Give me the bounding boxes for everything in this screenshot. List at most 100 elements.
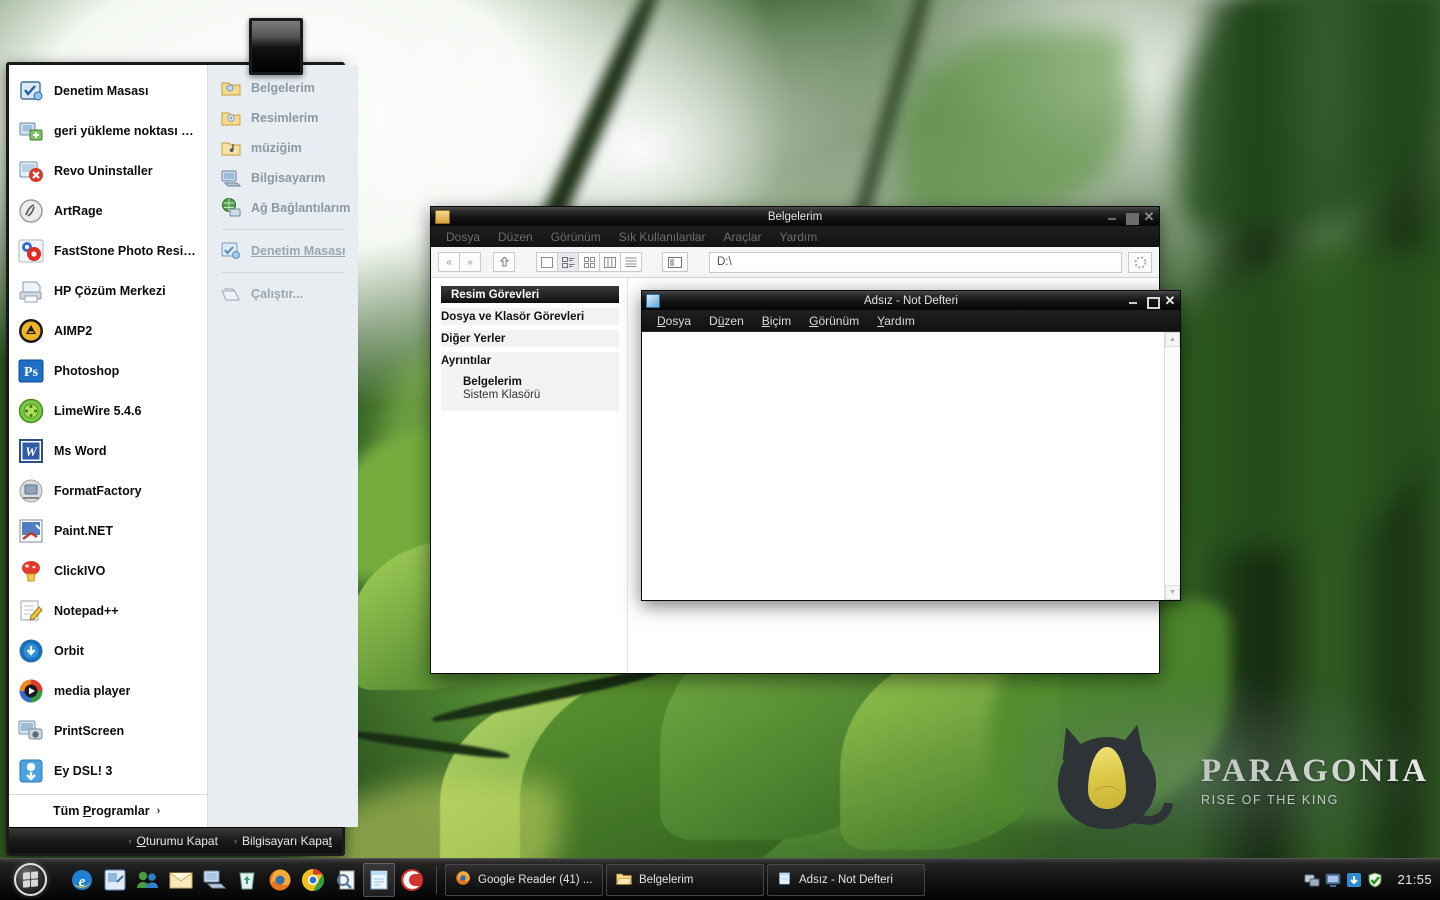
- scroll-down-arrow-icon[interactable]: ▼: [1165, 585, 1180, 600]
- antivirus-shield-icon[interactable]: [1367, 871, 1383, 888]
- all-programs-button[interactable]: Tüm Programlar ›: [9, 794, 207, 827]
- update-icon[interactable]: [1346, 872, 1362, 888]
- start-item-limewire[interactable]: LimeWire 5.4.6: [9, 391, 207, 431]
- explorer-toolbar[interactable]: « » D:\: [431, 247, 1159, 278]
- menu-dosya[interactable]: Dosya: [648, 312, 700, 330]
- notepad-menu-bar[interactable]: Dosya Düzen Biçim Görünüm Yardım: [642, 310, 1180, 331]
- minimize-icon[interactable]: [1128, 295, 1140, 307]
- start-item-clickivo[interactable]: ClickIVO: [9, 551, 207, 591]
- start-item-artrage[interactable]: ArtRage: [9, 191, 207, 231]
- taskbar-task-list[interactable]: Google Reader (41) ... Belgelerim Adsız …: [445, 863, 1294, 896]
- start-item-notepadpp[interactable]: Notepad++: [9, 591, 207, 631]
- start-item-orbit[interactable]: Orbit: [9, 631, 207, 671]
- menu-yardim[interactable]: Yardım: [868, 312, 924, 330]
- start-item-printscreen[interactable]: PrintScreen: [9, 711, 207, 751]
- view-thumbnails-button[interactable]: [536, 252, 558, 272]
- scroll-up-arrow-icon[interactable]: ▲: [1165, 332, 1180, 347]
- notepad-window-controls[interactable]: ✕: [1128, 294, 1176, 309]
- ql-google-chrome[interactable]: [297, 863, 329, 897]
- start-item-calistir[interactable]: Çalıştır...: [208, 279, 358, 309]
- menu-dosya[interactable]: Dosya: [437, 228, 489, 246]
- system-tray[interactable]: 21:55: [1294, 871, 1432, 888]
- ql-internet-explorer[interactable]: e: [66, 863, 98, 897]
- ql-search[interactable]: [330, 863, 362, 897]
- notepad-title-bar[interactable]: Adsız - Not Defteri ✕: [642, 291, 1180, 310]
- start-item-paint-net[interactable]: Paint.NET: [9, 511, 207, 551]
- menu-duzen[interactable]: Düzen: [700, 312, 753, 330]
- sidebar-file-folder-tasks[interactable]: Dosya ve Klasör Görevleri: [441, 308, 619, 325]
- folders-pane-button[interactable]: [662, 252, 688, 272]
- start-item-faststone[interactable]: FastStone Photo Resizer: [9, 231, 207, 271]
- taskbar-clock[interactable]: 21:55: [1397, 872, 1432, 887]
- menu-araclar[interactable]: Araçlar: [714, 228, 770, 246]
- explorer-title-bar[interactable]: Belgelerim ✕: [431, 207, 1159, 226]
- taskbar[interactable]: e Google Reader (41) ... Belgelerim Adsı…: [0, 858, 1440, 900]
- explorer-menu-bar[interactable]: Dosya Düzen Görünüm Sık Kullanılanlar Ar…: [431, 226, 1159, 247]
- menu-gorunum[interactable]: Görünüm: [800, 312, 868, 330]
- ql-outlook-express[interactable]: [165, 863, 197, 897]
- close-icon[interactable]: ✕: [1164, 294, 1176, 307]
- start-item-media-player[interactable]: media player: [9, 671, 207, 711]
- notepad-window[interactable]: Adsız - Not Defteri ✕ Dosya Düzen Biçim …: [641, 290, 1181, 601]
- view-mode-group[interactable]: [536, 252, 642, 272]
- display-icon[interactable]: [1325, 872, 1341, 888]
- ql-recycle-bin[interactable]: [231, 863, 263, 897]
- explorer-window-controls[interactable]: ✕: [1107, 210, 1155, 225]
- ql-show-desktop[interactable]: [99, 863, 131, 897]
- start-item-ey-dsl[interactable]: Ey DSL! 3: [9, 751, 207, 791]
- sidebar-details[interactable]: Ayrıntılar: [441, 352, 619, 369]
- nav-buttons-group[interactable]: « »: [438, 252, 481, 272]
- sidebar-other-places[interactable]: Diğer Yerler: [441, 330, 619, 347]
- start-menu-footer[interactable]: › Oturumu Kapat › Bilgisayarı Kapat: [9, 827, 342, 853]
- start-item-bilgisayarim[interactable]: Bilgisayarım: [208, 163, 358, 193]
- maximize-icon[interactable]: [1125, 211, 1139, 225]
- start-item-formatfactory[interactable]: FormatFactory: [9, 471, 207, 511]
- start-item-denetim-masasi[interactable]: Denetim Masası: [9, 71, 207, 111]
- back-button[interactable]: «: [438, 252, 460, 272]
- start-item-revo-uninstaller[interactable]: Revo Uninstaller: [9, 151, 207, 191]
- ql-msn-messenger[interactable]: [132, 863, 164, 897]
- start-item-denetim-masasi-right[interactable]: Denetim Masası: [208, 236, 358, 266]
- start-button[interactable]: [4, 861, 56, 899]
- start-menu-right-column[interactable]: Belgelerim Resimlerim müziğim Bilgisayar…: [208, 65, 359, 827]
- start-orb-icon[interactable]: [13, 863, 47, 896]
- start-menu-left-column[interactable]: Denetim Masası geri yükleme noktası oluş…: [9, 65, 208, 827]
- ql-firefox[interactable]: [264, 863, 296, 897]
- view-details-button[interactable]: [620, 252, 642, 272]
- ql-notepad[interactable]: [363, 862, 395, 897]
- network-icon[interactable]: [1304, 872, 1320, 888]
- menu-sik-kullanilanlar[interactable]: Sık Kullanılanlar: [610, 228, 715, 246]
- start-item-ag-baglantilarim[interactable]: Ağ Bağlantılarım: [208, 193, 358, 223]
- start-item-ms-word[interactable]: W Ms Word: [9, 431, 207, 471]
- notepad-vertical-scrollbar[interactable]: ▲ ▼: [1164, 332, 1180, 600]
- menu-bicim[interactable]: Biçim: [753, 312, 800, 330]
- notepad-text-area-wrap[interactable]: ▲ ▼: [642, 331, 1180, 600]
- task-button-google-reader[interactable]: Google Reader (41) ...: [445, 863, 603, 896]
- ql-my-computer[interactable]: [198, 863, 230, 897]
- view-icons-button[interactable]: [578, 252, 600, 272]
- forward-button[interactable]: »: [459, 252, 481, 272]
- sidebar-picture-tasks[interactable]: Resim Görevleri: [441, 286, 619, 303]
- start-menu[interactable]: Denetim Masası geri yükleme noktası oluş…: [6, 62, 359, 856]
- task-button-notepad[interactable]: Adsız - Not Defteri: [767, 863, 925, 896]
- start-item-resimlerim[interactable]: Resimlerim: [208, 103, 358, 133]
- start-item-hp-cozum-merkezi[interactable]: HP Çözüm Merkezi: [9, 271, 207, 311]
- menu-gorunum[interactable]: Görünüm: [542, 228, 610, 246]
- explorer-sidebar[interactable]: Resim Görevleri Dosya ve Klasör Görevler…: [431, 278, 627, 673]
- start-item-photoshop[interactable]: Ps Photoshop: [9, 351, 207, 391]
- minimize-icon[interactable]: [1107, 211, 1119, 223]
- quick-launch-bar[interactable]: e: [66, 862, 428, 897]
- ql-ccleaner[interactable]: [396, 863, 428, 897]
- task-button-belgelerim[interactable]: Belgelerim: [606, 863, 764, 896]
- start-item-aimp2[interactable]: AIMP2: [9, 311, 207, 351]
- start-item-geri-yukleme[interactable]: geri yükleme noktası oluştur: [9, 111, 207, 151]
- user-picture-tile[interactable]: [249, 18, 303, 75]
- menu-duzen[interactable]: Düzen: [489, 228, 542, 246]
- start-item-muzigim[interactable]: müziğim: [208, 133, 358, 163]
- notepad-text-area[interactable]: [642, 332, 1164, 600]
- view-tiles-button[interactable]: [557, 252, 579, 272]
- logoff-button[interactable]: › Oturumu Kapat: [129, 834, 218, 848]
- up-button[interactable]: [493, 252, 515, 272]
- shutdown-button[interactable]: › Bilgisayarı Kapat: [234, 834, 332, 848]
- address-bar[interactable]: D:\: [709, 251, 1122, 273]
